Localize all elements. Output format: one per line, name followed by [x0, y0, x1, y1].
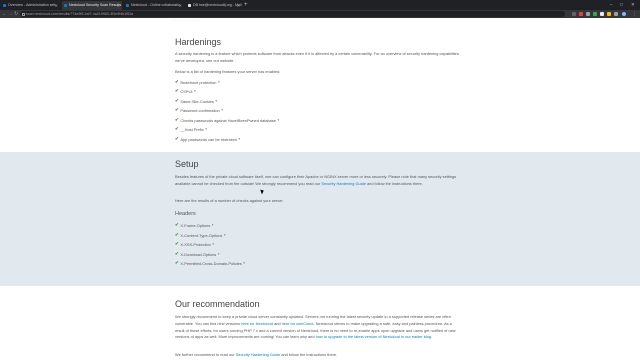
caret-down-icon: ▾: [223, 233, 226, 237]
caret-down-icon: ▾: [205, 127, 207, 131]
close-icon[interactable]: ✕: [117, 1, 120, 10]
hardening-item[interactable]: ✔ Same-Site-Cookies ▾: [175, 98, 217, 104]
tab-favicon-icon: [126, 4, 129, 7]
header-item[interactable]: ✔ X-Frame-Options ▾: [175, 222, 213, 228]
back-arrow-icon[interactable]: ←: [2, 10, 7, 18]
owncloud-download-link[interactable]: here for ownCloud: [282, 321, 314, 326]
setup-title: Setup: [175, 159, 199, 169]
caret-down-icon: ▾: [211, 223, 214, 227]
tab-label: Nextcloud Security Scan Results: [69, 3, 122, 7]
hardening-item[interactable]: ✔ Checks passwords against HaveIBeenPwne…: [175, 117, 279, 123]
menu-dots-icon[interactable]: ⋮: [632, 10, 637, 18]
caret-down-icon: ▾: [221, 108, 223, 112]
close-icon[interactable]: ✕: [237, 1, 240, 10]
checkmark-icon: ✔: [175, 241, 179, 246]
hardening-item[interactable]: ✔ App passwords can be restricted ▾: [175, 136, 240, 142]
checkmark-icon: ✔: [175, 117, 179, 122]
checkmark-icon: ✔: [175, 251, 179, 256]
caret-down-icon: ▾: [215, 99, 218, 103]
window-close-icon[interactable]: ✕: [631, 0, 635, 10]
tab-favicon-icon: [64, 4, 67, 7]
recommendation-section: Our recommendation We strongly recommend…: [0, 286, 640, 360]
checkmark-icon: ✔: [175, 107, 179, 112]
url-text: scan.nextcloud.com/results/?74e9f5-2af7-…: [26, 12, 134, 16]
maximize-icon[interactable]: □: [620, 0, 623, 10]
recommendation-title: Our recommendation: [175, 299, 260, 309]
tab-label: Nextcloud - Online collaboratio: [131, 3, 180, 7]
hardening-intro: A security hardening is a feature which …: [175, 51, 459, 63]
browser-toolbar: ← → ↻ scan.nextcloud.com/results/?74e9f5…: [0, 10, 640, 18]
extension-icon[interactable]: [579, 12, 583, 16]
header-item[interactable]: ✔ X-XSS-Protection ▾: [175, 241, 214, 247]
setup-results-intro: Here are the results of a number of chec…: [175, 198, 284, 203]
header-item[interactable]: ✔ X-Permitted-Cross-Domain-Policies ▾: [175, 260, 245, 266]
hardening-item[interactable]: ✔ __Host Prefix ▾: [175, 126, 207, 132]
forward-arrow-icon[interactable]: →: [8, 10, 13, 18]
tab-favicon-icon: [3, 4, 6, 7]
tab-label: Overview - Administration sett: [8, 3, 56, 7]
caret-down-icon: ▾: [243, 261, 246, 265]
header-item[interactable]: ✔ X-Content-Type-Options ▾: [175, 232, 226, 238]
checkmark-icon: ✔: [175, 222, 179, 227]
faded-previous-text: · · · · · · · · ·: [175, 18, 196, 23]
recommendation-guide-text: We further recommend to read our Securit…: [175, 352, 338, 357]
browser-tab-bar: Overview - Administration sett ✕ Nextclo…: [0, 0, 640, 10]
browser-tab-3[interactable]: Nextcloud - Online collaboratio ✕: [124, 1, 184, 10]
checkmark-icon: ✔: [175, 136, 179, 141]
close-icon[interactable]: ✕: [179, 1, 182, 10]
recommendation-text: We strongly recommend to keep a private …: [175, 314, 456, 340]
caret-down-icon: ▾: [277, 118, 280, 122]
page-content: · · · · · · · · · Hardenings A security …: [0, 18, 640, 360]
hardening-item[interactable]: ✔ Bruteforce protection ▾: [175, 79, 220, 85]
headers-subtitle: Headers: [175, 211, 196, 217]
extension-icon[interactable]: [593, 12, 597, 16]
checkmark-icon: ✔: [175, 79, 179, 84]
caret-down-icon: ▾: [217, 252, 220, 256]
setup-section: Setup Besides features of the private cl…: [0, 152, 640, 286]
browser-tab-2[interactable]: Nextcloud Security Scan Results ✕: [62, 1, 122, 10]
reload-icon[interactable]: ↻: [14, 10, 18, 18]
security-guide-link[interactable]: Security Hardening Guide: [236, 352, 281, 357]
checkmark-icon: ✔: [175, 232, 179, 237]
checkmark-icon: ✔: [175, 260, 179, 265]
caret-down-icon: ▾: [212, 242, 215, 246]
puzzle-icon[interactable]: [614, 12, 618, 16]
caret-down-icon: ▾: [193, 89, 196, 93]
caret-down-icon: ▾: [217, 80, 220, 84]
hardening-item[interactable]: ✔ Password confirmation ▾: [175, 107, 223, 113]
hardening-section: · · · · · · · · · Hardenings A security …: [0, 18, 640, 152]
header-item[interactable]: ✔ X-Download-Options ▾: [175, 251, 220, 257]
avatar[interactable]: [622, 12, 626, 16]
extension-icon[interactable]: [607, 12, 611, 16]
tab-favicon-icon: [188, 4, 191, 7]
checkmark-icon: ✔: [175, 88, 179, 93]
share-icon[interactable]: [572, 12, 576, 16]
browser-tab-4[interactable]: DB hse@nextcloudtj.org - Mail ✕: [186, 1, 242, 10]
minimize-icon[interactable]: –: [610, 0, 613, 10]
extension-icon[interactable]: [586, 12, 590, 16]
tab-label: DB hse@nextcloudtj.org - Mail: [193, 3, 242, 7]
checkmark-icon: ✔: [175, 126, 179, 131]
new-tab-plus-icon[interactable]: +: [244, 0, 248, 10]
close-icon[interactable]: ✕: [55, 1, 58, 10]
hardening-title: Hardenings: [175, 37, 222, 47]
setup-intro: Besides features of the private cloud so…: [175, 174, 457, 186]
upgrade-blog-link[interactable]: how to upgrade to the latest version of …: [316, 334, 432, 339]
address-bar[interactable]: scan.nextcloud.com/results/?74e9f5-2af7-…: [20, 11, 565, 17]
checkmark-icon: ✔: [175, 98, 179, 103]
lock-icon: [22, 12, 25, 16]
hardening-item[interactable]: ✔ CSPv3 ▾: [175, 88, 196, 94]
hardening-list-intro: Below is a list of hardening features yo…: [175, 69, 281, 74]
security-guide-link[interactable]: Security Hardening Guide: [321, 181, 366, 186]
nextcloud-download-link[interactable]: here for Nextcloud: [241, 321, 273, 326]
browser-tab-1[interactable]: Overview - Administration sett ✕: [1, 1, 60, 10]
extension-icon[interactable]: [600, 12, 604, 16]
caret-down-icon: ▾: [238, 137, 241, 141]
